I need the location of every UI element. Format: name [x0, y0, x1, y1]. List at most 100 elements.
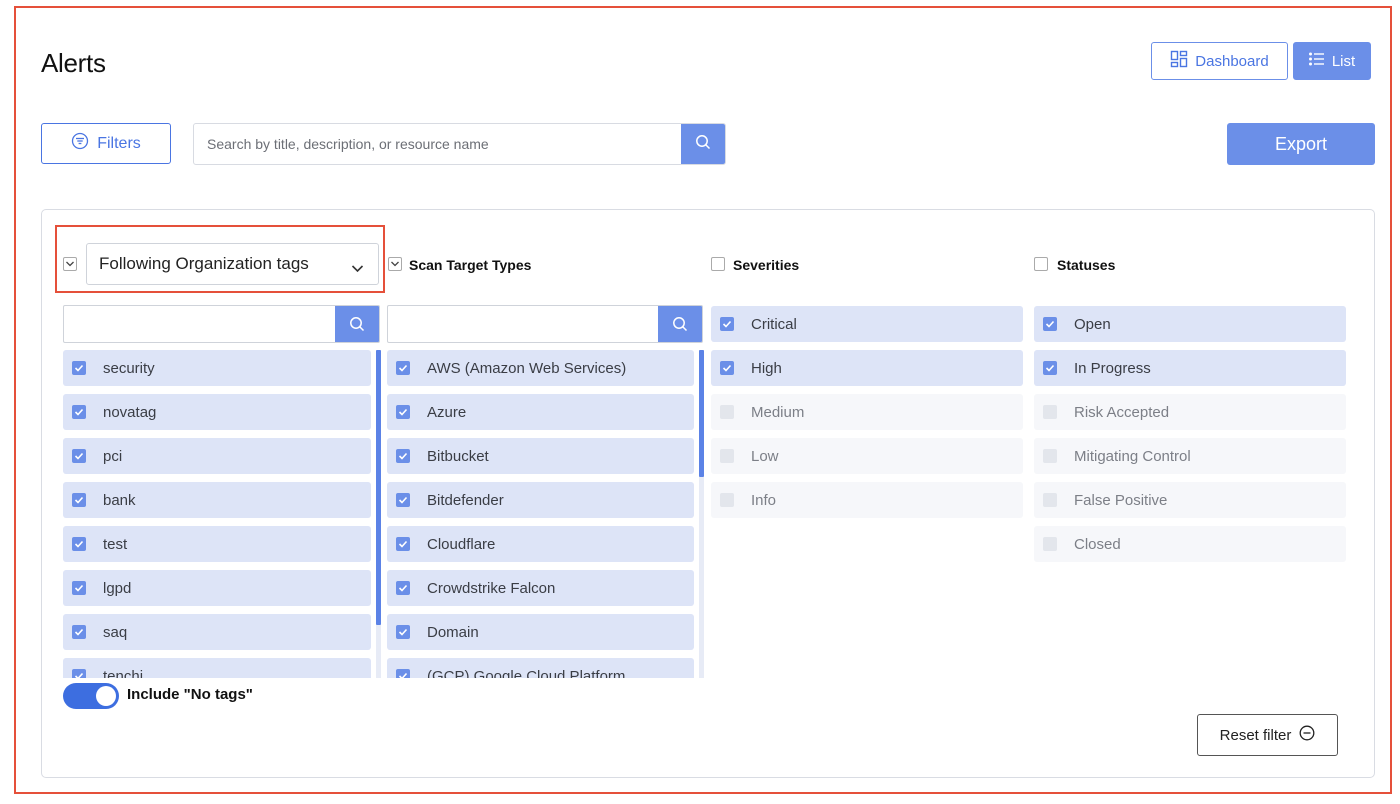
- tag-checkbox[interactable]: [72, 361, 86, 375]
- scan-target-label: Azure: [427, 403, 467, 421]
- reset-filter-button[interactable]: Reset filter: [1197, 714, 1338, 756]
- scan-target-checkbox[interactable]: [396, 581, 410, 595]
- reset-filter-label: Reset filter: [1219, 726, 1292, 744]
- status-item[interactable]: Mitigating Control: [1034, 438, 1346, 474]
- scan-target-checkbox[interactable]: [396, 405, 410, 419]
- tags-search-button[interactable]: [335, 306, 379, 342]
- tags-search: [63, 305, 380, 343]
- list-icon: [1308, 52, 1325, 70]
- scan-target-item[interactable]: Bitbucket: [387, 438, 694, 474]
- scan-target-checkbox[interactable]: [396, 493, 410, 507]
- status-item[interactable]: Risk Accepted: [1034, 394, 1346, 430]
- scan-target-label: Domain: [427, 623, 479, 641]
- scan-target-item[interactable]: AWS (Amazon Web Services): [387, 350, 694, 386]
- scan-target-checkbox[interactable]: [396, 449, 410, 463]
- severity-item[interactable]: Medium: [711, 394, 1023, 430]
- tag-checkbox[interactable]: [72, 537, 86, 551]
- scan-target-item[interactable]: Domain: [387, 614, 694, 650]
- scan-targets-scrollbar[interactable]: [699, 350, 704, 477]
- scan-target-item[interactable]: Bitdefender: [387, 482, 694, 518]
- tag-item[interactable]: tenchi: [63, 658, 371, 678]
- severity-label: Medium: [751, 403, 805, 421]
- filters-label: Filters: [97, 134, 141, 152]
- scan-targets-select-all-checkbox[interactable]: [388, 257, 402, 271]
- page-title: Alerts: [41, 48, 106, 78]
- tag-label: security: [103, 359, 155, 377]
- tag-checkbox[interactable]: [72, 449, 86, 463]
- tags-scrollbar[interactable]: [376, 350, 381, 625]
- search-input[interactable]: [194, 124, 681, 164]
- severity-item[interactable]: Low: [711, 438, 1023, 474]
- search-icon: [695, 134, 711, 155]
- status-item[interactable]: In Progress: [1034, 350, 1346, 386]
- statuses-heading: Statuses: [1057, 257, 1116, 273]
- tag-checkbox[interactable]: [72, 405, 86, 419]
- search-icon: [350, 317, 365, 332]
- dashboard-icon: [1170, 50, 1188, 72]
- tag-label: novatag: [103, 403, 157, 421]
- severity-label: Info: [751, 491, 777, 509]
- scan-target-checkbox[interactable]: [396, 537, 410, 551]
- tag-checkbox[interactable]: [72, 625, 86, 639]
- dashboard-view-button[interactable]: Dashboard: [1151, 42, 1288, 80]
- export-button[interactable]: Export: [1227, 123, 1375, 165]
- scan-targets-search-button[interactable]: [658, 306, 702, 342]
- status-item[interactable]: Open: [1034, 306, 1346, 342]
- status-checkbox[interactable]: [1043, 493, 1057, 507]
- scan-targets-search-input[interactable]: [388, 306, 658, 342]
- severity-checkbox[interactable]: [720, 405, 734, 419]
- tag-label: saq: [103, 623, 128, 641]
- status-label: Risk Accepted: [1074, 403, 1170, 421]
- tag-item[interactable]: security: [63, 350, 371, 386]
- status-item[interactable]: False Positive: [1034, 482, 1346, 518]
- scan-target-item[interactable]: Crowdstrike Falcon: [387, 570, 694, 606]
- list-view-button[interactable]: List: [1293, 42, 1371, 80]
- scan-target-checkbox[interactable]: [396, 361, 410, 375]
- scan-target-label: Bitdefender: [427, 491, 504, 509]
- tag-checkbox[interactable]: [72, 581, 86, 595]
- filters-button[interactable]: Filters: [41, 123, 171, 164]
- scan-target-item[interactable]: Cloudflare: [387, 526, 694, 562]
- status-checkbox[interactable]: [1043, 405, 1057, 419]
- search-bar: [193, 123, 726, 165]
- status-label: Closed: [1074, 535, 1121, 553]
- severity-checkbox[interactable]: [720, 317, 734, 331]
- status-item[interactable]: Closed: [1034, 526, 1346, 562]
- scan-target-item[interactable]: Azure: [387, 394, 694, 430]
- status-checkbox[interactable]: [1043, 537, 1057, 551]
- tag-item[interactable]: test: [63, 526, 371, 562]
- tag-checkbox[interactable]: [72, 493, 86, 507]
- scan-target-checkbox[interactable]: [396, 625, 410, 639]
- status-checkbox[interactable]: [1043, 317, 1057, 331]
- tag-item[interactable]: lgpd: [63, 570, 371, 606]
- status-checkbox[interactable]: [1043, 361, 1057, 375]
- severity-item[interactable]: High: [711, 350, 1023, 386]
- scan-targets-search: [387, 305, 703, 343]
- tag-label: tenchi: [103, 667, 144, 679]
- severity-checkbox[interactable]: [720, 493, 734, 507]
- tags-search-input[interactable]: [64, 306, 335, 342]
- severity-checkbox[interactable]: [720, 449, 734, 463]
- chevron-down-icon: [391, 261, 399, 267]
- tag-item[interactable]: saq: [63, 614, 371, 650]
- status-checkbox[interactable]: [1043, 449, 1057, 463]
- tag-checkbox[interactable]: [72, 669, 86, 678]
- tag-item[interactable]: pci: [63, 438, 371, 474]
- severity-item[interactable]: Critical: [711, 306, 1023, 342]
- statuses-select-all-checkbox[interactable]: [1034, 257, 1048, 271]
- severity-item[interactable]: Info: [711, 482, 1023, 518]
- minus-circle-icon: [1299, 725, 1315, 745]
- tag-label: bank: [103, 491, 136, 509]
- tag-item[interactable]: bank: [63, 482, 371, 518]
- scan-target-checkbox[interactable]: [396, 669, 410, 678]
- severity-checkbox[interactable]: [720, 361, 734, 375]
- severities-select-all-checkbox[interactable]: [711, 257, 725, 271]
- scan-target-label: AWS (Amazon Web Services): [427, 359, 627, 377]
- status-label: False Positive: [1074, 491, 1168, 509]
- scan-target-label: (GCP) Google Cloud Platform: [427, 667, 626, 679]
- include-no-tags-toggle[interactable]: [63, 683, 119, 709]
- tag-item[interactable]: novatag: [63, 394, 371, 430]
- scan-target-label: Bitbucket: [427, 447, 489, 465]
- scan-target-item[interactable]: (GCP) Google Cloud Platform: [387, 658, 694, 678]
- search-button[interactable]: [681, 124, 725, 164]
